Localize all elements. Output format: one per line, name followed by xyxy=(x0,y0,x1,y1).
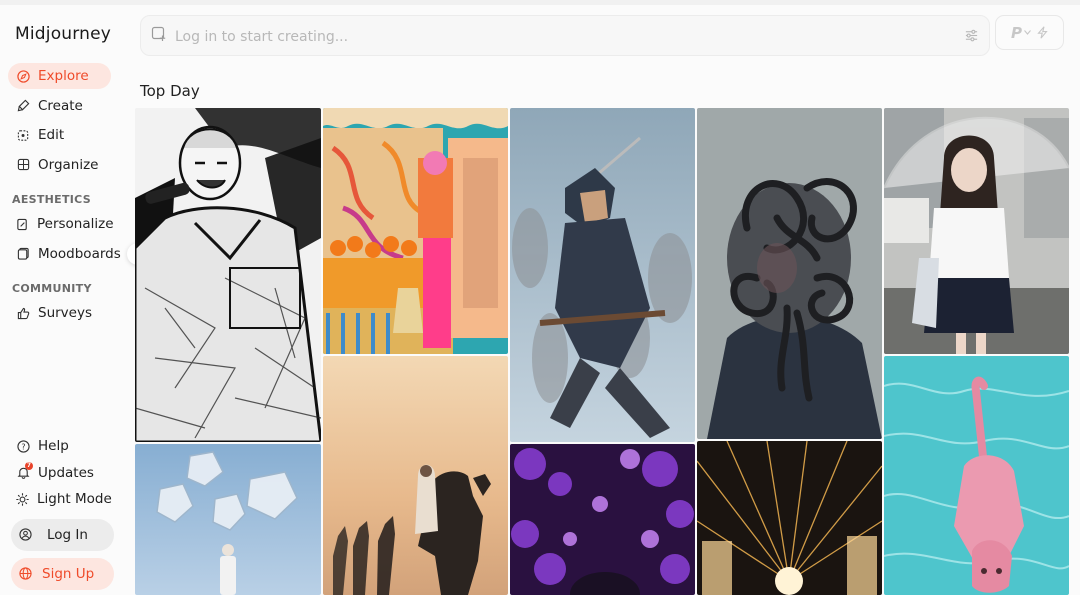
purple-flowers-portrait-image[interactable] xyxy=(510,444,695,595)
help-icon: ? xyxy=(16,439,30,453)
nav-item-explore[interactable]: Explore xyxy=(8,63,111,89)
edit-icon xyxy=(16,128,30,142)
top-border xyxy=(0,0,1080,5)
brush-icon xyxy=(16,99,30,113)
nav-item-label: Surveys xyxy=(38,305,92,321)
user-icon xyxy=(19,528,33,542)
nav-item-label: Edit xyxy=(38,127,65,144)
mode-letter: P xyxy=(1011,23,1022,42)
nav-item-label: Light Mode xyxy=(37,491,112,508)
nav-item-label: Explore xyxy=(38,68,89,84)
prompt-input[interactable] xyxy=(175,26,935,48)
add-image-icon[interactable] xyxy=(151,26,167,46)
umbrella-girl-image[interactable] xyxy=(884,108,1069,354)
pink-panther-swimming-image[interactable] xyxy=(884,356,1069,595)
signup-button[interactable]: Sign Up xyxy=(11,558,114,590)
compass-icon xyxy=(16,69,30,83)
sliders-icon[interactable] xyxy=(964,28,979,47)
moodboard-icon xyxy=(16,247,30,261)
nav-item-help[interactable]: ? Help xyxy=(8,433,111,459)
thumbs-up-icon xyxy=(16,306,30,320)
nav-item-updates[interactable]: 7 Updates xyxy=(8,460,111,486)
chevron-down-icon xyxy=(1024,30,1031,35)
nav-item-label: Moodboards xyxy=(38,245,121,262)
nav-item-create[interactable]: Create xyxy=(8,93,111,119)
svg-text:?: ? xyxy=(21,442,25,451)
nav-item-edit[interactable]: Edit xyxy=(8,122,111,148)
city-light-burst-image[interactable] xyxy=(697,441,882,595)
community-nav: Surveys xyxy=(8,300,120,330)
section-title: Top Day xyxy=(140,82,200,100)
grid-icon xyxy=(16,158,30,172)
nav-item-label: Updates xyxy=(38,464,94,481)
login-button[interactable]: Log In xyxy=(11,519,114,551)
floating-ice-cubes-image[interactable] xyxy=(135,444,321,595)
updates-count-badge: 7 xyxy=(25,461,33,470)
globe-icon xyxy=(19,567,33,581)
fruit-stand-fashion-image[interactable] xyxy=(323,108,508,354)
section-label-community: COMMUNITY xyxy=(12,282,92,295)
horses-sunset-image[interactable] xyxy=(323,356,508,595)
mode-selector[interactable]: P xyxy=(995,15,1064,50)
app-logo[interactable]: Midjourney xyxy=(15,24,111,44)
sun-icon xyxy=(16,492,29,506)
login-label: Log In xyxy=(47,527,88,543)
origami-samurai-image[interactable] xyxy=(510,108,695,442)
main-nav: Explore Create Edit Organize xyxy=(8,63,120,181)
bottom-nav: ? Help 7 Updates Light Mode xyxy=(8,433,120,513)
image-gallery xyxy=(135,108,1069,595)
lightning-icon xyxy=(1037,26,1048,39)
nav-item-label: Create xyxy=(38,97,83,114)
nav-item-light-mode[interactable]: Light Mode xyxy=(8,486,112,512)
prompt-bar xyxy=(140,15,990,56)
cable-head-figure-image[interactable] xyxy=(697,108,882,439)
nav-item-personalize[interactable]: Personalize xyxy=(8,211,114,237)
sidebar: Midjourney Explore Create Edit Organize xyxy=(0,0,174,595)
section-label-aesthetics: AESTHETICS xyxy=(12,193,91,206)
nav-item-label: Help xyxy=(38,438,69,454)
nav-item-label: Organize xyxy=(38,156,99,173)
nav-item-organize[interactable]: Organize xyxy=(8,152,111,178)
manga-rapper-image[interactable] xyxy=(135,108,321,442)
signup-label: Sign Up xyxy=(42,566,95,582)
nav-item-surveys[interactable]: Surveys xyxy=(8,300,111,326)
nav-item-label: Personalize xyxy=(37,216,114,232)
personalize-icon xyxy=(16,217,29,231)
